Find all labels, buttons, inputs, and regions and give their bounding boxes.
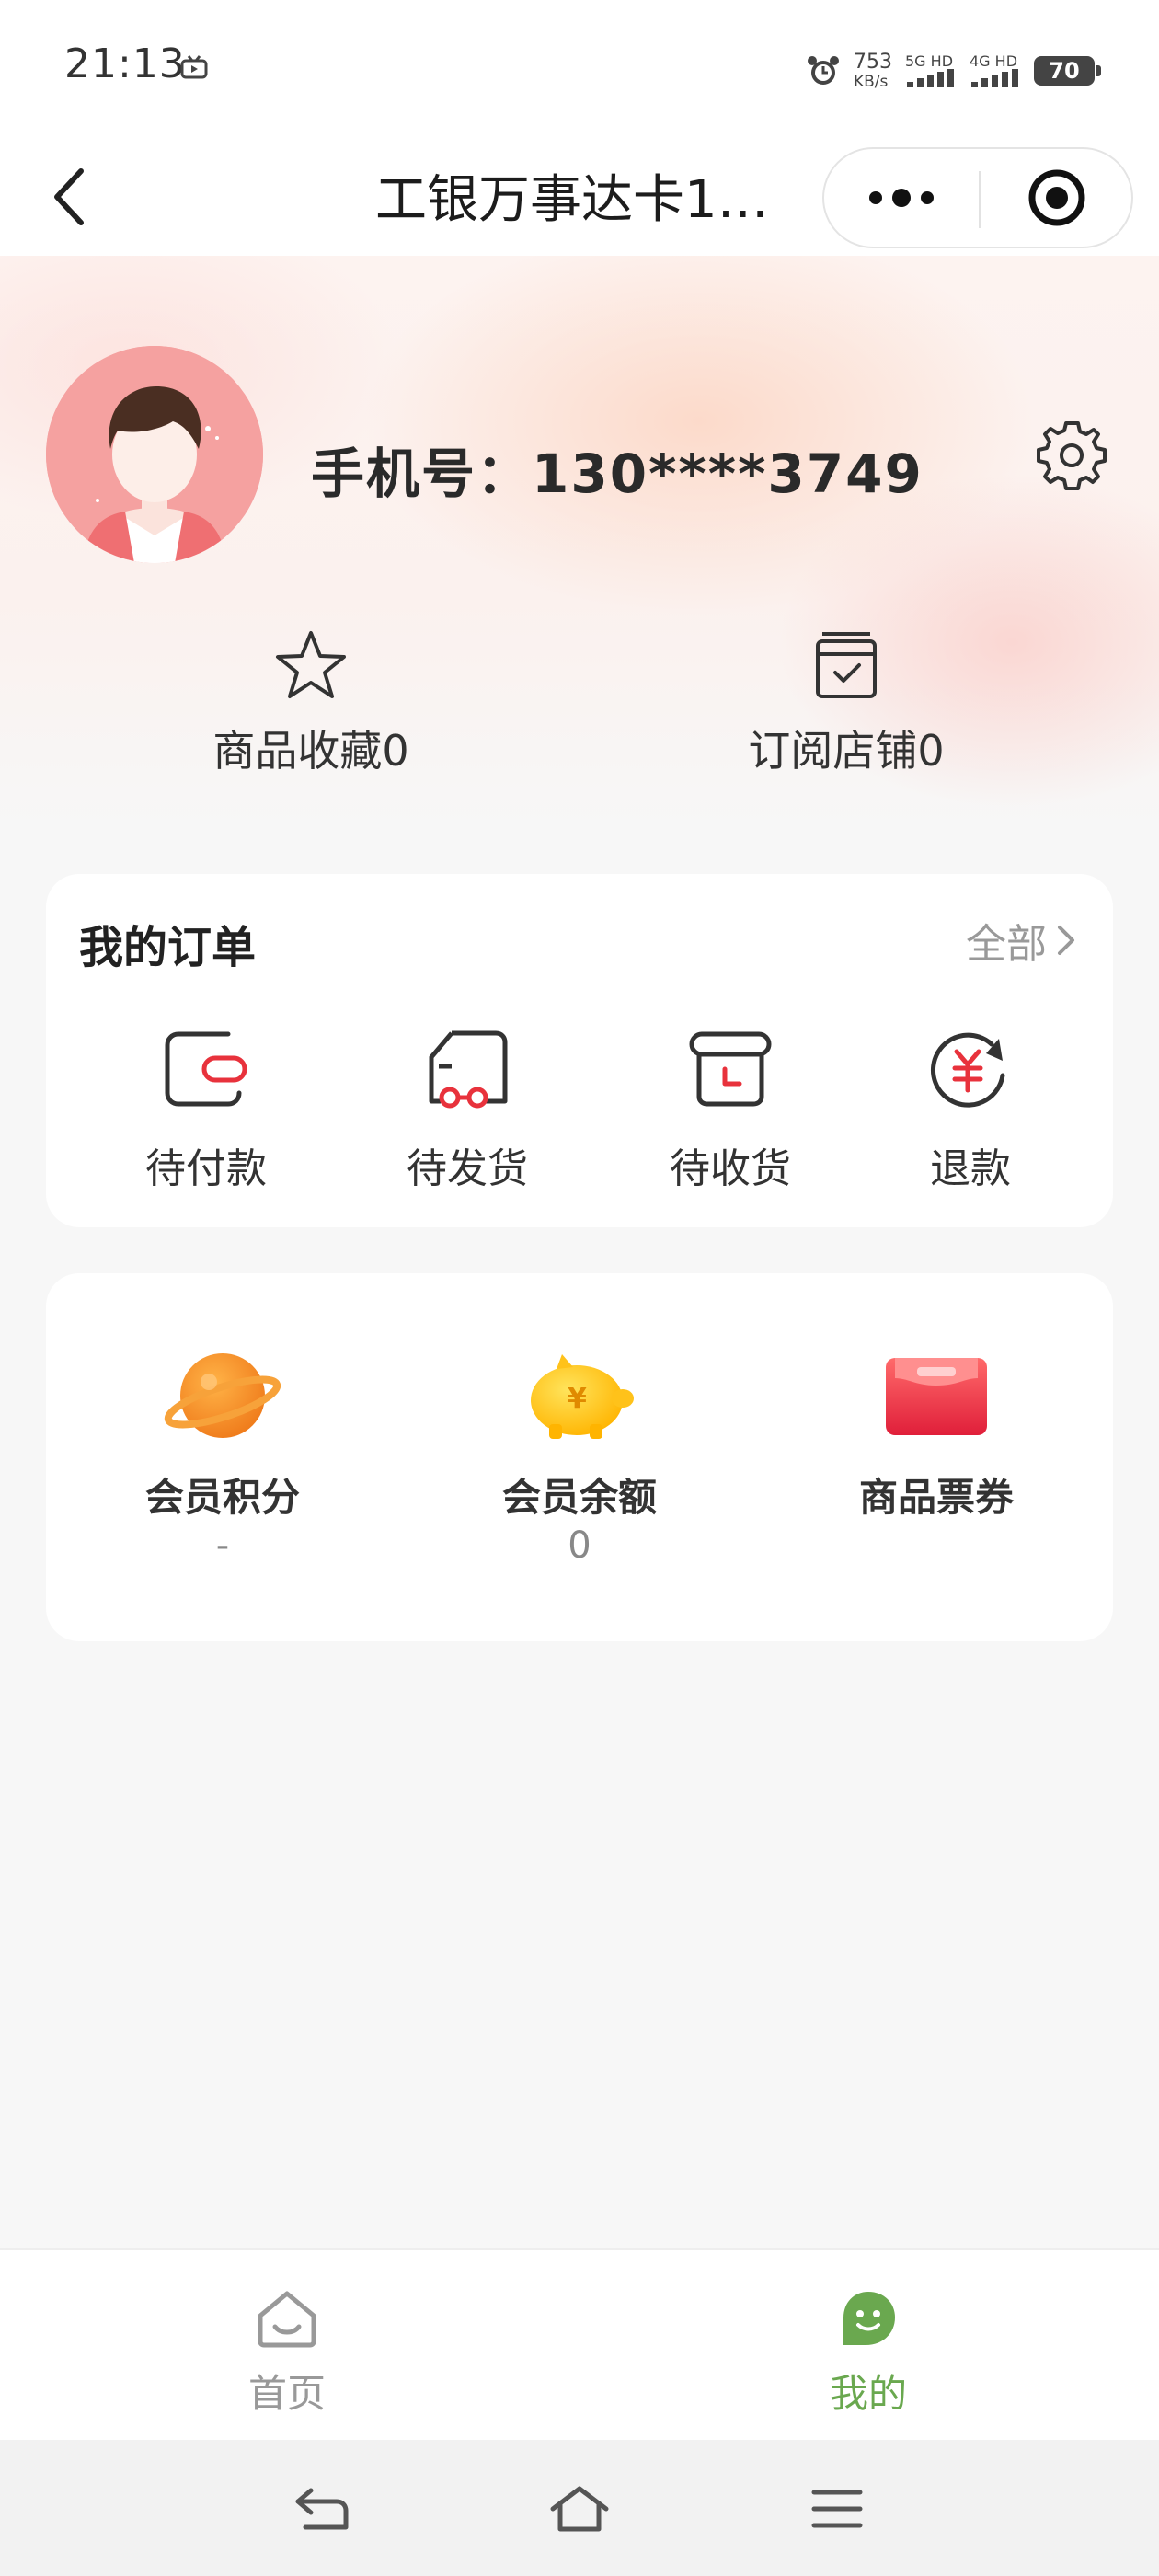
order-item-label: 待付款 <box>145 1145 267 1192</box>
avatar[interactable] <box>46 346 263 563</box>
title-bar: 工银万事达卡1… <box>0 138 1159 256</box>
refund-icon <box>931 1032 1005 1108</box>
tab-mine-label: 我的 <box>829 2371 907 2416</box>
system-back-button[interactable] <box>285 2477 359 2541</box>
system-menu-button[interactable] <box>800 2477 874 2541</box>
asset-label: 会员积分 <box>144 1475 300 1520</box>
all-orders-link[interactable]: 全部 <box>966 911 1076 970</box>
asset-value: 0 <box>568 1524 591 1567</box>
truck-icon <box>429 1030 508 1109</box>
chevron-right-icon <box>1058 926 1074 955</box>
all-orders-label: 全部 <box>966 921 1047 968</box>
tab-home[interactable]: 首页 <box>167 2283 407 2419</box>
more-dots-icon <box>869 189 934 207</box>
home-icon <box>258 2291 316 2348</box>
tv-icon <box>180 55 208 79</box>
subscribed-shops[interactable]: 订阅店铺0 <box>681 624 1012 778</box>
net-speed: 753 KB/s <box>854 52 892 90</box>
close-miniprogram-button[interactable] <box>981 149 1133 247</box>
system-nav-bar <box>0 2440 1159 2576</box>
sim2-label: 4G HD <box>970 52 1018 70</box>
home-outline-icon <box>550 2486 609 2532</box>
subscribed-shops-label: 订阅店铺0 <box>748 726 945 776</box>
status-time: 21:13 <box>64 40 186 87</box>
member-balance[interactable]: ¥ 会员余额 0 <box>442 1345 717 1567</box>
piggy-bank-icon: ¥ <box>531 1354 634 1439</box>
order-pending-payment[interactable]: 待付款 <box>114 1021 298 1194</box>
coupon-wallet-icon <box>886 1358 987 1435</box>
box-icon <box>689 1031 772 1107</box>
back-button[interactable] <box>40 160 105 234</box>
planet-icon <box>164 1353 281 1438</box>
favorite-goods-label: 商品收藏0 <box>212 726 409 776</box>
phone-number: 手机号：130****3749 <box>311 443 924 505</box>
sim2-signal: 4G HD <box>970 54 1021 87</box>
order-refund[interactable]: 退款 <box>878 1021 1062 1194</box>
alarm-icon <box>808 56 839 85</box>
battery-icon: 70 <box>1034 56 1101 86</box>
asset-value: - <box>215 1524 230 1567</box>
return-arrow-icon <box>295 2488 349 2530</box>
order-item-label: 退款 <box>930 1145 1011 1192</box>
star-icon <box>276 631 346 698</box>
order-item-label: 待发货 <box>407 1145 528 1192</box>
goods-coupons[interactable]: 商品票券 <box>798 1345 1074 1524</box>
menu-icon <box>811 2490 863 2528</box>
tab-mine[interactable]: 我的 <box>749 2283 988 2419</box>
net-speed-value: 753 <box>854 50 892 74</box>
order-pending-shipment[interactable]: 待发货 <box>375 1021 559 1194</box>
system-home-button[interactable] <box>543 2477 616 2541</box>
target-icon <box>1028 169 1085 226</box>
my-orders-card: 我的订单 全部 待付款 待发货 待收货 退款 <box>46 874 1113 1227</box>
smile-bubble-icon <box>843 2292 895 2345</box>
status-indicators: 753 KB/s 5G HD 4G HD 70 <box>806 48 1101 94</box>
battery-level: 70 <box>1049 58 1080 84</box>
member-assets-card: 会员积分 - ¥ 会员余额 0 商品票券 <box>46 1273 1113 1641</box>
sim1-signal: 5G HD <box>905 54 957 87</box>
tab-home-label: 首页 <box>247 2371 326 2416</box>
profile-header: 手机号：130****3749 商品收藏0 订阅店铺0 <box>0 256 1159 826</box>
asset-label: 商品票券 <box>858 1475 1014 1520</box>
asset-label: 会员余额 <box>501 1475 657 1520</box>
net-speed-unit: KB/s <box>854 72 889 91</box>
signal-bars-icon <box>971 69 1018 87</box>
svg-text:¥: ¥ <box>568 1383 587 1415</box>
order-item-label: 待收货 <box>670 1145 791 1192</box>
more-button[interactable] <box>824 149 979 247</box>
miniprogram-capsule <box>822 147 1133 248</box>
orders-title: 我的订单 <box>79 922 257 973</box>
bottom-tab-bar: 首页 我的 <box>0 2248 1159 2440</box>
order-pending-receipt[interactable]: 待收货 <box>638 1021 822 1194</box>
shop-check-icon <box>816 632 877 698</box>
member-points[interactable]: 会员积分 - <box>85 1345 361 1567</box>
signal-bars-icon <box>907 69 954 87</box>
avatar-illustration <box>46 346 263 563</box>
settings-gear-icon[interactable] <box>1034 418 1109 493</box>
page-title: 工银万事达卡1… <box>375 170 769 230</box>
wallet-icon <box>165 1031 247 1107</box>
favorite-goods[interactable]: 商品收藏0 <box>145 624 476 778</box>
status-bar: 21:13 753 KB/s 5G HD 4G HD 70 <box>0 0 1159 138</box>
sim1-label: 5G HD <box>905 52 954 70</box>
